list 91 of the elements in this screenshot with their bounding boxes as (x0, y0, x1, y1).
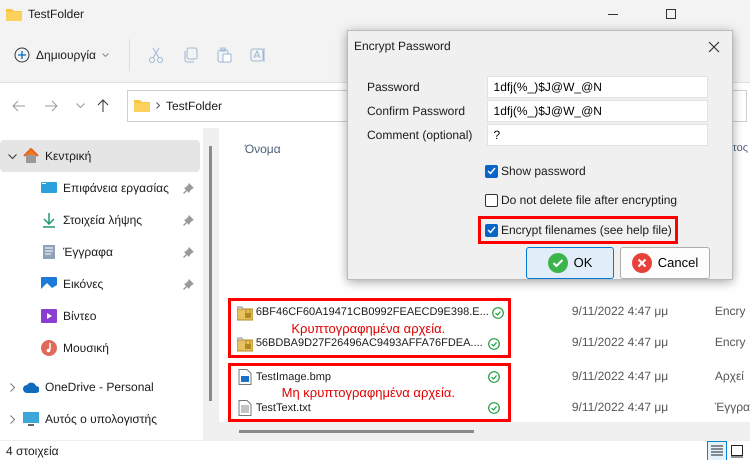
file-type: Encry (714, 304, 746, 318)
folder-icon (134, 99, 150, 112)
locked-folder-icon (236, 304, 253, 321)
checkbox[interactable] (485, 194, 498, 206)
checkbox[interactable] (485, 224, 498, 236)
annotation-text: Κρυπτογραφημένα αρχεία. (290, 320, 446, 336)
music-icon (41, 340, 57, 356)
checkmark-icon (487, 226, 496, 234)
folder-icon (6, 8, 22, 20)
locked-folder-icon (236, 336, 253, 352)
checkbox[interactable] (485, 164, 498, 178)
scrollbar[interactable] (218, 422, 750, 440)
item-count: 4 στοιχεία (6, 442, 60, 460)
annotation-text: Μη κρυπτογραφημένα αρχεία. (280, 385, 456, 400)
pin-icon (182, 182, 194, 194)
pin-icon (182, 278, 194, 290)
check-circle-icon (548, 253, 568, 273)
field-label: Comment (optional) (367, 127, 474, 144)
field-label: Password (367, 79, 421, 96)
back-arrow-icon (12, 100, 26, 112)
sidebar-item[interactable]: Έγγραφα (0, 236, 200, 268)
download-icon (41, 212, 57, 228)
sidebar-item[interactable]: Αυτός ο υπολογιστής (0, 403, 200, 435)
picture-icon (41, 276, 57, 292)
chevron-down-icon (76, 103, 85, 108)
sidebar-item[interactable]: Στοιχεία λήψης (0, 204, 200, 236)
check-circle-icon (488, 338, 500, 350)
image-file-icon (236, 369, 253, 386)
copy-icon (182, 47, 198, 63)
file-type: Έγγρα (714, 400, 750, 414)
chevron-right-icon (156, 102, 160, 109)
file-name[interactable]: TestImage.bmp (256, 370, 485, 385)
chevron-right-icon (8, 382, 17, 392)
dialog-button[interactable]: Cancel (620, 247, 710, 279)
text-field[interactable]: 1dfj(%_)$J@W_@N (486, 76, 708, 98)
pin-icon (182, 246, 194, 258)
window-title: TestFolder (28, 6, 84, 23)
check-circle-icon (488, 371, 500, 384)
pin-icon (182, 214, 194, 226)
file-type: Encry (714, 335, 746, 349)
scrollbar[interactable] (202, 128, 219, 440)
details-view-icon (710, 444, 724, 458)
breadcrumb-item[interactable]: TestFolder (166, 96, 222, 114)
document-icon (41, 244, 57, 260)
caret-icon (102, 53, 109, 57)
cut-icon (148, 47, 164, 63)
text-file-icon (236, 400, 253, 416)
close-icon (708, 40, 720, 53)
checkbox-label[interactable]: Show password (501, 162, 586, 180)
rename-icon (250, 47, 266, 63)
chevron-down-icon (8, 152, 17, 160)
file-name[interactable]: TestText.txt (256, 400, 485, 416)
check-circle-icon (488, 402, 500, 414)
text-field[interactable]: 1dfj(%_)$J@W_@N (486, 100, 708, 122)
view-button[interactable] (707, 440, 727, 460)
cancel-icon (632, 253, 652, 273)
column-header[interactable]: Όνομα (244, 140, 281, 298)
text-field[interactable]: ? (486, 124, 708, 146)
plus-circle-icon (14, 47, 30, 63)
column-header[interactable]: τος (732, 140, 748, 298)
desktop-icon (41, 180, 57, 196)
sidebar-item[interactable]: Επιφάνεια εργασίας (0, 172, 200, 204)
dialog-title: Encrypt Password (354, 38, 451, 55)
file-name[interactable]: 6BF46CF60A19471CB0992FEAECD9E398.E... (256, 305, 489, 320)
chevron-right-icon (8, 414, 17, 424)
tiles-view-icon (730, 444, 744, 458)
home-icon (23, 148, 39, 164)
clipboard-icon (216, 47, 232, 63)
date-modified: 9/11/2022 4:47 μμ (572, 400, 670, 415)
field-label: Confirm Password (367, 103, 466, 120)
forward-arrow-icon (44, 100, 58, 112)
monitor-icon (23, 411, 39, 427)
video-icon (41, 308, 57, 324)
date-modified: 9/11/2022 4:47 μμ (572, 335, 670, 350)
file-type: Αρχεί (714, 368, 744, 382)
file-name[interactable]: 56BDBA9D27F26496AC9493AFFA76FDEA.... (256, 336, 485, 352)
checkbox-label[interactable]: Encrypt filenames (see help file) (501, 221, 672, 239)
up-arrow-icon (97, 98, 109, 112)
maximize-icon (666, 9, 676, 19)
sidebar-item[interactable]: Κεντρική (0, 140, 200, 172)
date-modified: 9/11/2022 4:47 μμ (572, 368, 670, 384)
date-modified: 9/11/2022 4:47 μμ (572, 304, 670, 320)
checkbox-label[interactable]: Do not delete file after encrypting (501, 191, 678, 209)
checkmark-icon (487, 167, 496, 175)
sidebar-item[interactable]: Εικόνες (0, 268, 200, 300)
dialog-button[interactable]: OK (526, 247, 614, 279)
sidebar-item[interactable]: Μουσική (0, 332, 200, 364)
check-circle-icon (492, 306, 504, 319)
sidebar-item[interactable]: Βίντεο (0, 300, 200, 332)
sidebar-item[interactable]: OneDrive - Personal (0, 371, 200, 403)
new-button[interactable]: Δημιουργία (12, 42, 111, 68)
